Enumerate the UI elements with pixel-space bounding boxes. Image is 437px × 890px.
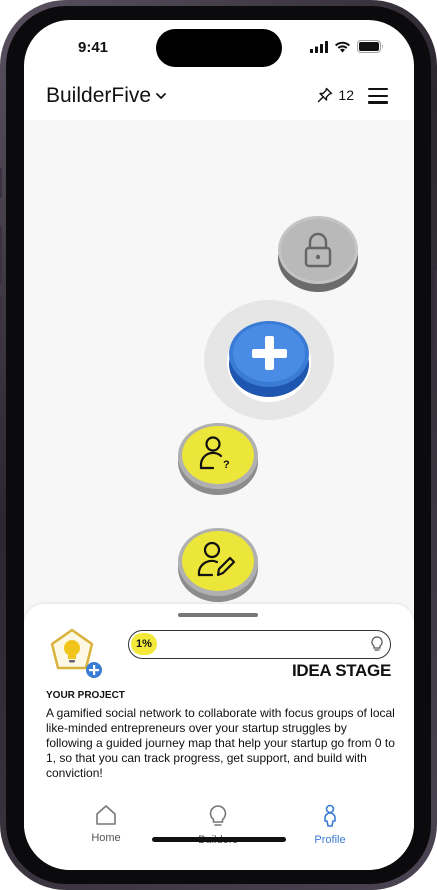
tab-home-label: Home: [91, 832, 121, 844]
project-badge[interactable]: [48, 628, 104, 680]
map-node-locked[interactable]: [276, 212, 360, 296]
screen: 9:41 BuilderFive 12 ? 1% IDEA STAGE YOUR…: [24, 20, 414, 870]
pin-icon: [318, 87, 333, 103]
progress-bar: 1%: [128, 630, 391, 659]
phone-frame: 9:41 BuilderFive 12 ? 1% IDEA STAGE YOUR…: [0, 0, 437, 890]
chevron-down-icon: [156, 93, 166, 99]
volume-down-button: [0, 296, 2, 354]
svg-text:?: ?: [223, 459, 230, 471]
journey-map[interactable]: ?: [24, 120, 414, 620]
lightbulb-outline-icon: [371, 636, 383, 651]
tab-bar: Home Builders Profile: [24, 794, 414, 870]
volume-up-button: [0, 226, 2, 284]
map-node-current[interactable]: [202, 298, 336, 422]
hamburger-menu-icon[interactable]: [368, 88, 388, 104]
status-icons: [310, 40, 384, 53]
home-icon: [96, 805, 116, 825]
section-heading: YOUR PROJECT: [46, 690, 125, 701]
dynamic-island: [156, 29, 282, 67]
action-button: [0, 168, 2, 198]
map-node-completed[interactable]: [177, 524, 259, 604]
tab-profile[interactable]: Profile: [290, 804, 370, 846]
pin-count: 12: [338, 87, 354, 103]
status-bar: 9:41: [24, 20, 414, 72]
project-description: A gamified social network to collaborate…: [46, 706, 395, 780]
app-name: BuilderFive: [46, 84, 152, 107]
tab-profile-label: Profile: [314, 834, 346, 846]
lightbulb-icon: [209, 805, 227, 826]
progress-percent: 1%: [131, 633, 157, 655]
home-indicator: [152, 837, 286, 842]
pin-counter[interactable]: 12: [317, 87, 354, 103]
battery-icon: [357, 40, 383, 53]
add-badge-icon: [86, 662, 102, 678]
wifi-icon: [335, 41, 350, 52]
map-node-completed[interactable]: ?: [177, 420, 259, 496]
profile-icon: [324, 804, 336, 827]
stage-label: IDEA STAGE: [291, 661, 391, 680]
project-switcher[interactable]: BuilderFive: [46, 84, 167, 108]
status-time: 9:41: [78, 39, 109, 56]
app-header: BuilderFive 12: [24, 76, 414, 120]
project-sheet[interactable]: 1% IDEA STAGE YOUR PROJECT A gamified so…: [24, 604, 414, 794]
tab-home[interactable]: Home: [66, 804, 146, 844]
sheet-handle[interactable]: [178, 613, 258, 617]
signal-icon: [310, 40, 328, 53]
